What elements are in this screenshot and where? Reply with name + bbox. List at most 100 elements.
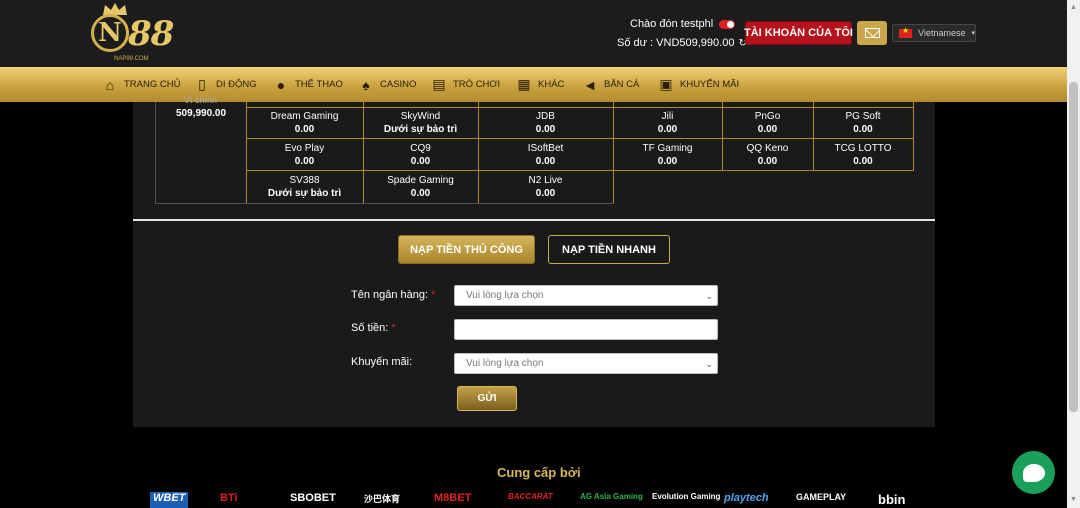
- provider-cell: Jili 0.00: [613, 107, 722, 139]
- grid-line: [913, 102, 914, 170]
- provider-balance: 0.00: [853, 124, 873, 135]
- logo-number: 88: [128, 14, 174, 54]
- provider-cell: Spade Gaming 0.00: [363, 171, 478, 203]
- grid-line: [246, 203, 614, 204]
- provider-cell: SkyWind Dưới sự bảo trì: [363, 107, 478, 139]
- mail-button[interactable]: [857, 21, 887, 45]
- provider-cell: PnGo 0.00: [722, 107, 813, 139]
- provider-name: Evo Play: [284, 143, 325, 154]
- provider-logo: BACCARAT: [508, 492, 553, 501]
- provider-name: QQ Keno: [746, 143, 789, 154]
- language-select[interactable]: Vietnamese ▾: [892, 24, 976, 42]
- envelope-icon: [864, 28, 880, 38]
- logo-domain: NAP99.COM: [114, 56, 149, 62]
- provider-name: ISoftBet: [527, 143, 564, 154]
- scroll-up-icon[interactable]: ▲: [1070, 4, 1077, 11]
- balance-text: Số dư : VND509,990.00: [617, 37, 735, 49]
- gift-icon: ▣: [659, 76, 673, 92]
- provider-balance: 0.00: [657, 156, 678, 167]
- nav-item-casino[interactable]: ♠ CASINO: [358, 67, 416, 102]
- promo-select[interactable]: Vui lòng lựa chọn ⌄: [454, 353, 718, 374]
- provider-name: SV388: [289, 175, 320, 186]
- bank-select[interactable]: Vui lòng lựa chọn ⌄: [454, 285, 718, 306]
- amount-input[interactable]: [454, 319, 718, 340]
- nav-item-other[interactable]: ▦ KHÁC: [516, 67, 564, 102]
- provider-logo: 沙巴体育: [364, 494, 401, 504]
- provider-name: Dream Gaming: [270, 111, 339, 122]
- chevron-down-icon: ▾: [971, 30, 975, 37]
- provider-name: JDB: [536, 111, 555, 122]
- required-marker: *: [391, 322, 396, 334]
- balance-display: Số dư : VND509,990.00 ↻: [617, 37, 747, 49]
- nav-label: KHÁC: [538, 79, 565, 90]
- provider-balance: 0.00: [294, 156, 315, 167]
- provider-balance: 0.00: [535, 188, 556, 199]
- bank-select-value: Vui lòng lựa chọn: [466, 290, 544, 301]
- provider-cell: QQ Keno 0.00: [722, 139, 813, 171]
- nav-label: DI ĐỘNG: [216, 79, 257, 90]
- nav-item-home[interactable]: ⌂ TRANG CHỦ: [102, 67, 181, 102]
- site-logo[interactable]: N 88 NAP99.COM: [88, 2, 184, 64]
- bank-label: Tên ngân hàng: *: [351, 289, 435, 301]
- provider-name: TCG LOTTO: [834, 143, 892, 154]
- provider-name: SkyWind: [400, 111, 441, 122]
- provider-cell: TCG LOTTO 0.00: [813, 139, 913, 171]
- home-icon: ⌂: [105, 76, 115, 93]
- tab-manual-deposit[interactable]: NẠP TIỀN THỦ CÔNG: [398, 235, 535, 264]
- chevron-down-icon: ⌄: [705, 291, 713, 301]
- chat-bubble-icon: [1022, 463, 1045, 482]
- provider-balance: 0.00: [410, 156, 431, 167]
- provider-cell: PG Soft 0.00: [813, 107, 913, 139]
- provider-balance: 0.00: [410, 188, 431, 199]
- submit-button[interactable]: GỬI: [457, 386, 517, 411]
- provider-name: PnGo: [754, 111, 781, 122]
- promo-label: Khuyến mãi:: [351, 356, 413, 368]
- provider-name: CQ9: [410, 143, 431, 154]
- provider-logo: Evolution Gaming: [652, 492, 721, 501]
- section-divider: [133, 219, 935, 221]
- provider-cell: JDB 0.00: [478, 107, 613, 139]
- provider-balance: 0.00: [853, 156, 873, 167]
- provider-balance: 0.00: [757, 156, 778, 167]
- provider-balance: 0.00: [657, 124, 678, 135]
- language-label: Vietnamese: [918, 28, 966, 38]
- provider-cell: TF Gaming 0.00: [613, 139, 722, 171]
- my-account-button[interactable]: TÀI KHOẢN CỦA TÔI: [744, 21, 853, 45]
- provider-balance: 0.00: [757, 124, 778, 135]
- nav-item-fishing[interactable]: ◄ BẮN CÁ: [582, 67, 639, 102]
- scroll-down-icon[interactable]: ▼: [1070, 496, 1077, 503]
- scrollbar-thumb[interactable]: [1069, 82, 1078, 412]
- required-marker: *: [431, 289, 436, 301]
- balance-toggle[interactable]: [719, 19, 736, 29]
- live-chat-button[interactable]: [1012, 451, 1055, 494]
- nav-label: TRÒ CHƠI: [453, 79, 501, 90]
- provider-balance: 0.00: [535, 124, 556, 135]
- provider-name: PG Soft: [845, 111, 881, 122]
- provider-balance: Dưới sự bảo trì: [383, 124, 458, 135]
- nav-label: KHUYẾN MÃI: [680, 79, 740, 90]
- nav-item-games[interactable]: ▤ TRÒ CHƠI: [431, 67, 500, 102]
- provider-cell: ISoftBet 0.00: [478, 139, 613, 171]
- cards-icon: ♠: [362, 76, 370, 93]
- nav-label: BẮN CÁ: [604, 79, 640, 90]
- provider-name: Jili: [661, 111, 674, 122]
- nav-item-promotions[interactable]: ▣ KHUYẾN MÃI: [658, 67, 739, 102]
- provider-cell: Dream Gaming 0.00: [246, 107, 363, 139]
- amount-label: Số tiền: *: [351, 322, 396, 334]
- logo-mark: N: [91, 14, 129, 52]
- nav-label: TRANG CHỦ: [124, 79, 181, 90]
- provider-name: TF Gaming: [642, 143, 693, 154]
- vietnam-flag-icon: [899, 26, 913, 38]
- fish-icon: ◄: [583, 76, 597, 93]
- provider-cell: Evo Play 0.00: [246, 139, 363, 171]
- provider-logo: M8BET: [434, 492, 472, 504]
- provider-name: N2 Live: [528, 175, 563, 186]
- promo-select-value: Vui lòng lựa chọn: [466, 358, 544, 369]
- nav-label: CASINO: [380, 79, 417, 90]
- provider-cell: N2 Live 0.00: [478, 171, 613, 203]
- nav-item-sports[interactable]: ● THỂ THAO: [273, 67, 343, 102]
- provider-logo: SBOBET: [290, 492, 336, 504]
- tab-fast-deposit[interactable]: NẠP TIỀN NHANH: [548, 235, 670, 264]
- provider-logo: GAMEPLAY: [796, 492, 847, 502]
- provider-logos: WBET BTi SBOBET 沙巴体育 M8BET BACCARAT AG A…: [148, 492, 928, 508]
